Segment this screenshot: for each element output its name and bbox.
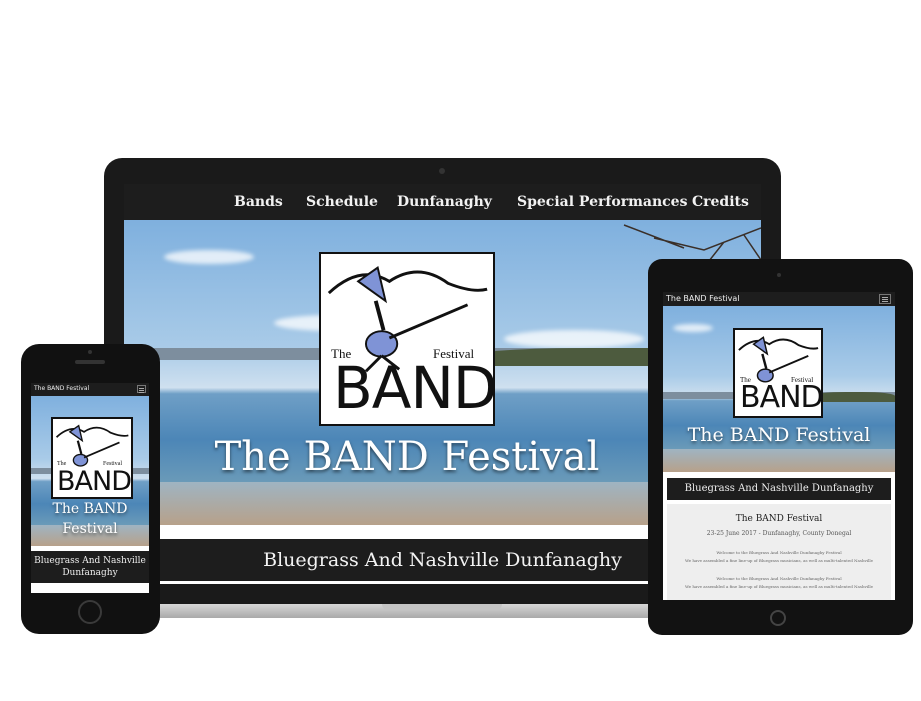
content-heading: The BAND Festival	[735, 514, 823, 524]
nav-title[interactable]: The BAND Festival	[666, 294, 740, 303]
hero-title: The BAND Festival	[687, 424, 871, 446]
camera-icon	[88, 350, 92, 354]
nav-special-performances[interactable]: Special Performances	[517, 194, 687, 210]
content-line: We have assembled a fine line-up of Blue…	[684, 558, 874, 563]
subtitle-line1: Bluegrass And Nashville	[34, 556, 146, 566]
subtitle-bar: Bluegrass And Nashville Dunfanaghy	[667, 478, 891, 500]
hero-title: The BAND Festival	[214, 434, 600, 480]
nav-bands[interactable]: Bands	[234, 194, 283, 210]
hero-title-line1: The BAND	[52, 501, 128, 517]
logo-band: BAND	[333, 354, 495, 422]
nav-dunfanaghy[interactable]: Dunfanaghy	[397, 194, 492, 210]
speaker-icon	[75, 360, 105, 364]
hero-title-line2: Festival	[62, 521, 118, 537]
nav-title[interactable]: The BAND Festival	[34, 385, 89, 392]
nav-schedule[interactable]: Schedule	[306, 194, 378, 210]
festival-logo: The Festival BAND	[51, 417, 133, 499]
content-line: We have assembled a fine line-up of Blue…	[684, 584, 874, 589]
tablet-screen: The BAND Festival The Festival BAND The …	[663, 292, 895, 600]
content-line: Welcome to the Bluegrass And Nashville D…	[716, 576, 842, 581]
mobile-nav: The BAND Festival	[663, 292, 895, 306]
logo-band: BAND	[740, 380, 823, 415]
content-line: Welcome to the Bluegrass And Nashville D…	[716, 550, 842, 555]
home-button-icon	[770, 610, 786, 626]
festival-logo: The Festival BAND	[733, 328, 823, 418]
subtitle-bar: Bluegrass And Nashville Dunfanaghy	[31, 551, 149, 583]
camera-icon	[777, 273, 781, 277]
top-nav: Bands Schedule Dunfanaghy Special Perfor…	[124, 184, 761, 220]
festival-logo: The Festival BAND	[319, 252, 495, 426]
laptop-notch	[382, 604, 502, 610]
home-button-icon	[78, 600, 102, 624]
logo-band: BAND	[57, 466, 131, 497]
camera-icon	[439, 168, 445, 174]
mobile-nav: The BAND Festival	[31, 383, 149, 396]
subtitle-line2: Dunfanaghy	[62, 568, 118, 578]
menu-icon[interactable]	[137, 385, 146, 393]
nav-credits[interactable]: Credits	[692, 194, 749, 210]
content-panel: The BAND Festival 23-25 June 2017 - Dunf…	[667, 504, 891, 600]
content-dates: 23-25 June 2017 - Dunfanaghy, County Don…	[706, 530, 852, 537]
phone-screen: The BAND Festival The Festival BAND The …	[31, 383, 149, 593]
menu-icon[interactable]	[879, 294, 891, 304]
